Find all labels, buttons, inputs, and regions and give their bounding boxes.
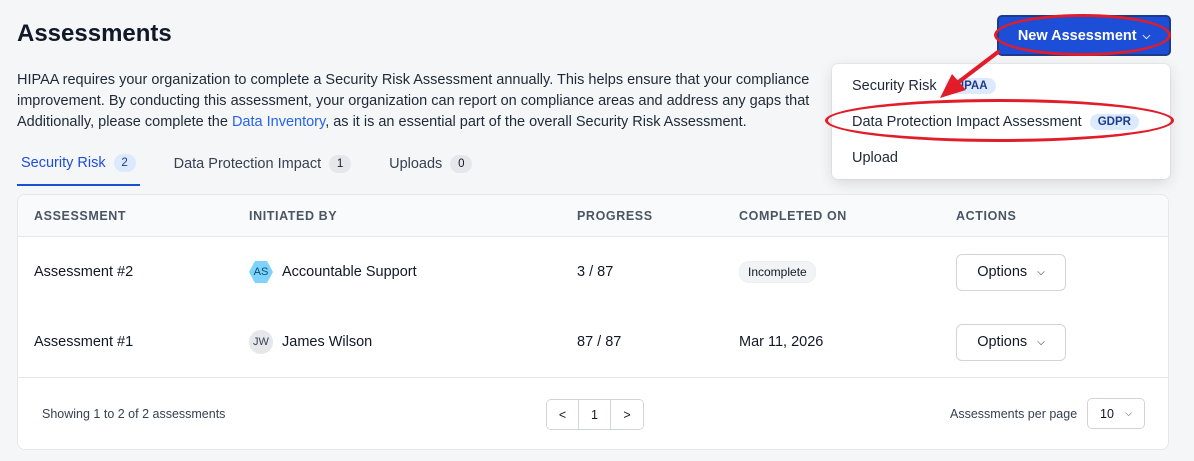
chevron-down-icon: ⌵ [1037,336,1045,348]
assessment-name: Assessment #2 [34,264,134,280]
showing-count: Showing 1 to 2 of 2 assessments [42,407,226,421]
status-badge: Incomplete [739,261,816,283]
assessment-tabs: Security Risk 2 Data Protection Impact 1… [17,152,506,186]
tab-label: Uploads [389,156,443,172]
hipaa-badge: HIPAA [944,78,996,94]
chevron-down-icon: ⌵ [1125,408,1132,418]
column-header-progress: PROGRESS [577,209,653,223]
column-header-completed-on: COMPLETED ON [739,209,847,223]
intro-line-1: HIPAA requires your organization to comp… [17,72,810,88]
assessment-name: Assessment #1 [34,334,134,350]
progress-value: 3 / 87 [577,264,614,280]
avatar: AS [249,260,273,284]
options-button[interactable]: Options ⌵ [956,323,1066,361]
column-header-actions: ACTIONS [956,209,1017,223]
new-assessment-label: New Assessment [1017,27,1137,44]
initiated-by-cell: AS Accountable Support [249,237,417,307]
tab-label: Security Risk [21,155,106,171]
actions-cell: Options ⌵ [956,237,1066,307]
menu-item-dpia[interactable]: Data Protection Impact Assessment GDPR [832,104,1170,140]
data-inventory-link[interactable]: Data Inventory [232,114,325,130]
gdpr-badge: GDPR [1089,114,1139,130]
tab-uploads[interactable]: Uploads 0 [385,152,476,186]
completed-on-cell: Incomplete [739,237,816,307]
completed-on-date: Mar 11, 2026 [739,334,824,350]
tab-security-risk[interactable]: Security Risk 2 [17,152,140,186]
table-header: ASSESSMENT INITIATED BY PROGRESS COMPLET… [18,195,1168,237]
page-number-button[interactable]: 1 [579,400,611,429]
initiator-name: Accountable Support [282,264,417,280]
menu-item-security-risk[interactable]: Security Risk HIPAA [832,68,1170,104]
options-button[interactable]: Options ⌵ [956,253,1066,291]
page-title: Assessments [17,20,172,47]
menu-item-upload[interactable]: Upload [832,140,1170,176]
options-label: Options [977,334,1028,350]
progress-value: 87 / 87 [577,334,622,350]
column-header-assessment: ASSESSMENT [34,209,127,223]
table-row: Assessment #1 JW James Wilson 87 / 87 Ma… [18,307,1168,377]
intro-line-2: improvement. By conducting this assessme… [17,93,810,109]
assessments-table: ASSESSMENT INITIATED BY PROGRESS COMPLET… [17,194,1169,450]
tab-data-protection-impact[interactable]: Data Protection Impact 1 [170,152,356,186]
column-header-initiated-by: INITIATED BY [249,209,338,223]
next-page-button[interactable]: > [611,400,643,429]
per-page-label: Assessments per page [950,407,1078,421]
chevron-down-icon: ⌵ [1142,30,1151,42]
menu-item-label: Security Risk [852,78,937,94]
actions-cell: Options ⌵ [956,307,1066,377]
new-assessment-button[interactable]: New Assessment ⌵ [997,15,1171,56]
intro-line-3-start: Additionally, please complete the [17,114,232,130]
tab-count-badge: 0 [450,155,473,173]
table-footer: Showing 1 to 2 of 2 assessments < 1 > As… [18,377,1168,449]
tab-count-badge: 1 [329,155,352,173]
avatar: JW [249,330,273,354]
prev-page-button[interactable]: < [547,400,579,429]
options-label: Options [977,264,1028,280]
intro-text: HIPAA requires your organization to comp… [17,70,847,133]
chevron-down-icon: ⌵ [1037,266,1045,278]
table-row: Assessment #2 AS Accountable Support 3 /… [18,237,1168,307]
intro-line-3-end: , as it is an essential part of the over… [325,114,747,130]
initiator-name: James Wilson [282,334,373,350]
pagination: < 1 > [546,399,644,430]
tab-label: Data Protection Impact [173,156,322,172]
new-assessment-menu: Security Risk HIPAA Data Protection Impa… [832,64,1170,179]
menu-item-label: Data Protection Impact Assessment [852,114,1082,130]
tab-count-badge: 2 [113,154,136,172]
menu-item-label: Upload [852,150,898,166]
per-page-value: 10 [1100,406,1114,421]
per-page-select[interactable]: 10 ⌵ [1087,398,1145,429]
intro-line-3: Additionally, please complete the Data I… [17,112,847,133]
initiated-by-cell: JW James Wilson [249,307,372,377]
